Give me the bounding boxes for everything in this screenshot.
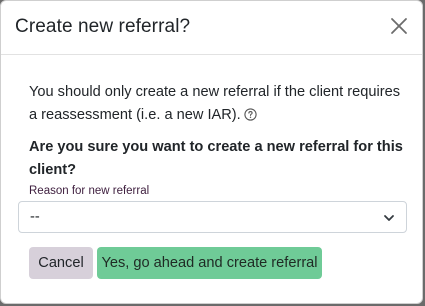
- chevron-down-icon: [384, 215, 394, 221]
- reason-field-label: Reason for new referral: [29, 185, 150, 197]
- close-icon: [391, 18, 407, 34]
- create-referral-button[interactable]: Yes, go ahead and create referral: [97, 247, 322, 279]
- explanation-text-content: You should only create a new referral if…: [29, 84, 400, 123]
- create-referral-modal: Create new referral? You should only cre…: [0, 0, 423, 304]
- question-circle-icon[interactable]: [244, 106, 257, 129]
- close-button[interactable]: [386, 13, 412, 39]
- cancel-button[interactable]: Cancel: [29, 247, 93, 279]
- confirmation-question: Are you sure you want to create a new re…: [29, 139, 403, 178]
- explanation-text: You should only create a new referral if…: [29, 81, 409, 129]
- reason-select[interactable]: --: [18, 201, 407, 233]
- reason-select-value: --: [30, 209, 40, 225]
- modal-header: Create new referral?: [1, 1, 422, 55]
- modal-title: Create new referral?: [15, 16, 191, 37]
